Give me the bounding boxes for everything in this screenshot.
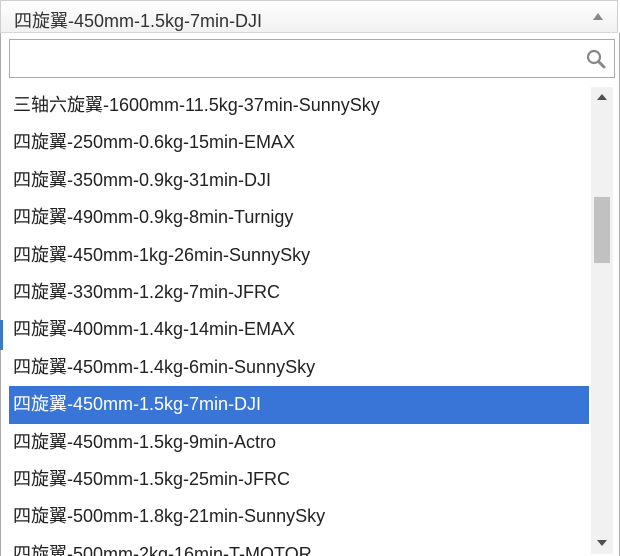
scroll-up-arrow-icon[interactable] xyxy=(591,87,613,109)
select-current-value: 四旋翼-450mm-1.5kg-7min-DJI xyxy=(14,11,263,31)
option-item[interactable]: 四旋翼-400mm-1.4kg-14min-EMAX xyxy=(9,311,589,348)
background-edge-mark xyxy=(0,320,3,350)
scrollbar[interactable] xyxy=(591,87,613,554)
option-item[interactable]: 四旋翼-350mm-0.9kg-31min-DJI xyxy=(9,162,589,199)
option-item[interactable]: 三轴六旋翼-1600mm-11.5kg-37min-SunnySky xyxy=(9,87,589,124)
triangle-up-icon[interactable] xyxy=(593,13,603,20)
option-item[interactable]: 四旋翼-490mm-0.9kg-8min-Turnigy xyxy=(9,199,589,236)
drone-model-select[interactable]: 四旋翼-450mm-1.5kg-7min-DJI xyxy=(0,0,618,33)
option-item[interactable]: 四旋翼-500mm-1.8kg-21min-SunnySky xyxy=(9,498,589,535)
scroll-thumb[interactable] xyxy=(594,197,610,263)
option-item[interactable]: 四旋翼-330mm-1.2kg-7min-JFRC xyxy=(9,274,589,311)
scroll-down-arrow-icon[interactable] xyxy=(591,532,613,554)
option-item[interactable]: 四旋翼-250mm-0.6kg-15min-EMAX xyxy=(9,124,589,161)
search-box xyxy=(9,39,615,78)
search-icon xyxy=(586,49,606,69)
options-list: 三轴六旋翼-1600mm-11.5kg-37min-SunnySky 四旋翼-25… xyxy=(9,87,589,556)
option-item[interactable]: 四旋翼-450mm-1kg-26min-SunnySky xyxy=(9,237,589,274)
option-item[interactable]: 四旋翼-450mm-1.4kg-6min-SunnySky xyxy=(9,349,589,386)
option-item[interactable]: 四旋翼-500mm-2kg-16min-T-MOTOR xyxy=(9,536,589,556)
search-input[interactable] xyxy=(9,39,615,78)
option-item[interactable]: 四旋翼-450mm-1.5kg-25min-JFRC xyxy=(9,461,589,498)
dropdown-panel: 三轴六旋翼-1600mm-11.5kg-37min-SunnySky 四旋翼-25… xyxy=(0,33,620,556)
option-item[interactable]: 四旋翼-450mm-1.5kg-9min-Actro xyxy=(9,424,589,461)
option-item-selected[interactable]: 四旋翼-450mm-1.5kg-7min-DJI xyxy=(9,386,589,424)
